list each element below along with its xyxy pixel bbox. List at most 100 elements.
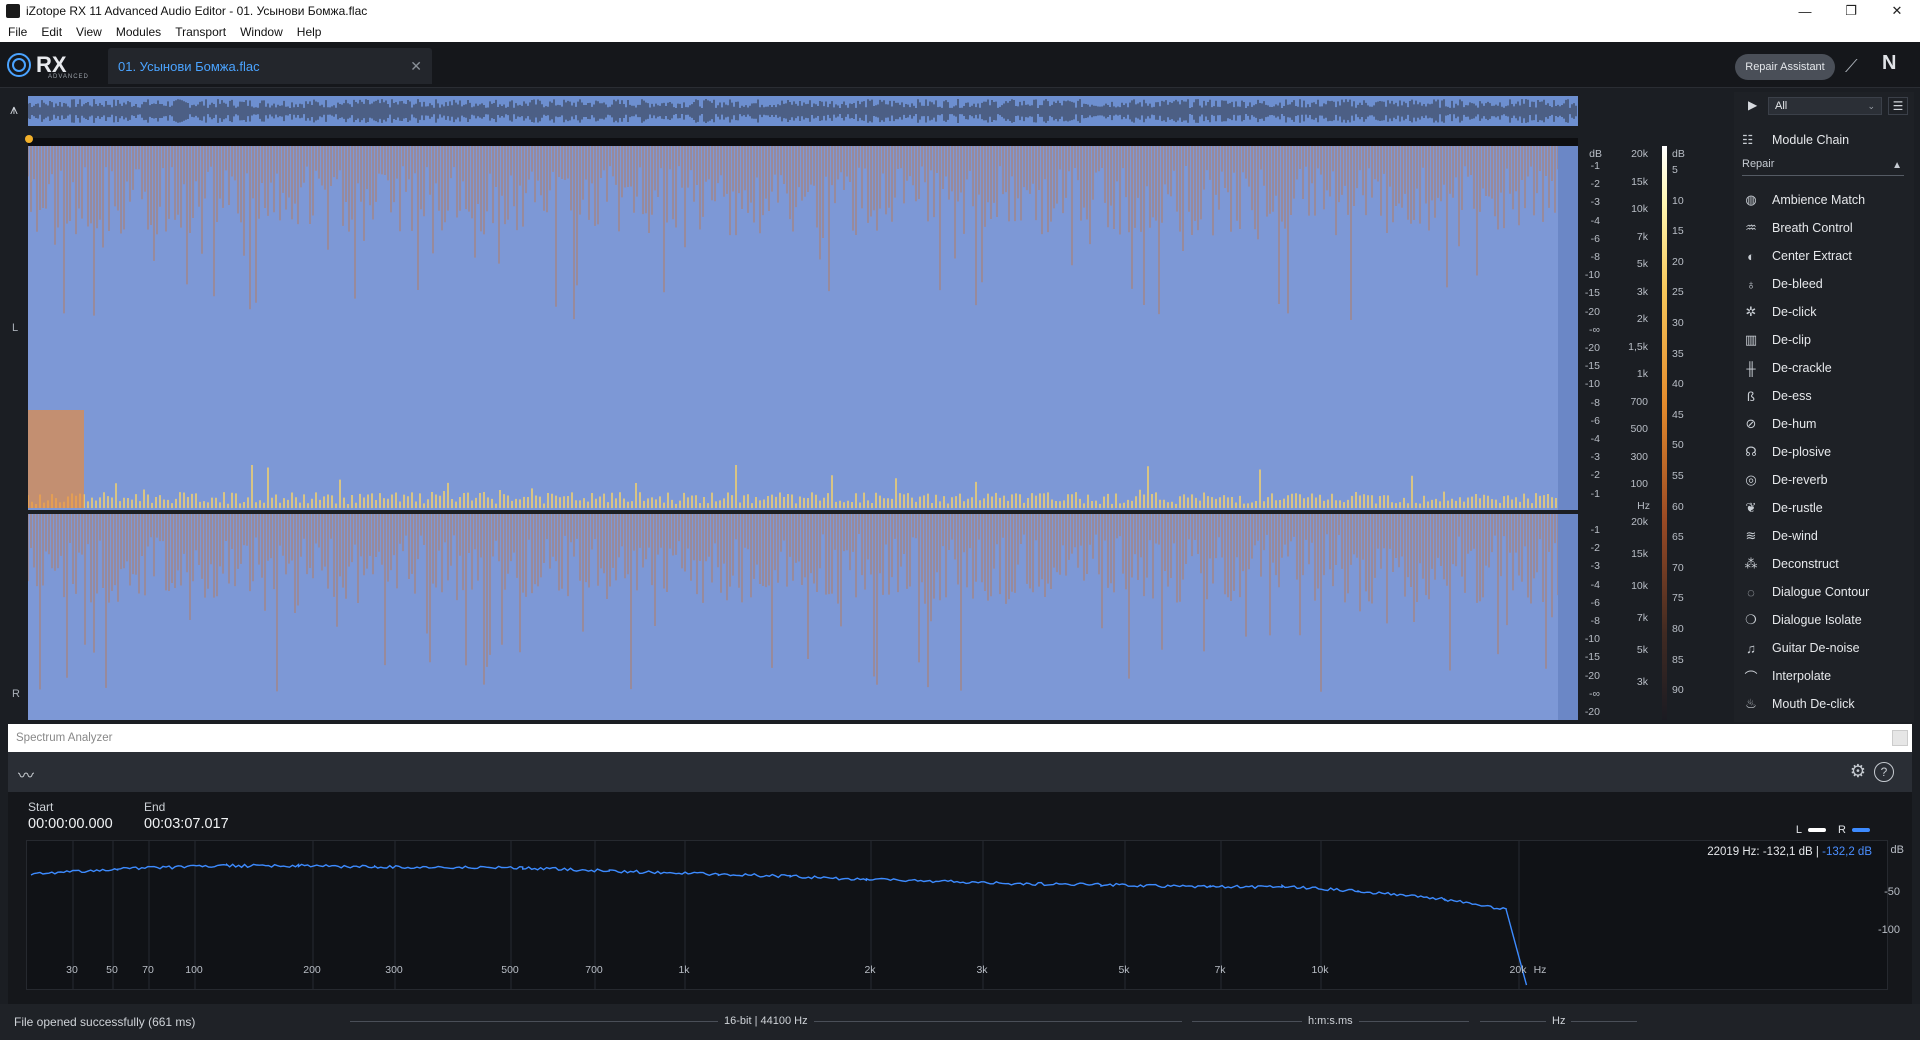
app-header: RX ADVANCED 01. Усынови Бомжа.flac ✕ Rep… (0, 42, 1920, 88)
menu-modules[interactable]: Modules (108, 25, 167, 39)
module-filter-select[interactable]: All ⌄ (1768, 97, 1882, 115)
timeline-bar[interactable] (28, 138, 1578, 146)
menu-view[interactable]: View (68, 25, 108, 39)
module-item[interactable]: ⊘ De-hum (1742, 410, 1912, 438)
module-item[interactable]: ◍ Ambience Match (1742, 186, 1912, 214)
scale-tick: -8 (1590, 251, 1600, 263)
de-hum-icon: ⊘ (1745, 416, 1757, 431)
menu-bar: File Edit View Modules Transport Window … (0, 22, 1920, 42)
scale-tick: -10 (1584, 269, 1600, 282)
play-chain-icon[interactable]: ▶ (1748, 98, 1757, 112)
module-item[interactable]: ◎ De-reverb (1742, 466, 1912, 494)
repair-section-header[interactable]: Repair ▲ (1742, 158, 1904, 176)
format-value: 16-bit | 44100 Hz (724, 1015, 808, 1027)
module-list: ◍ Ambience Match ♒ Breath Control ◐ Center Ex… (1742, 186, 1912, 718)
module-item[interactable]: ▥ De-clip (1742, 326, 1912, 354)
minimize-button[interactable]: — (1782, 0, 1828, 22)
module-item-label: Deconstruct (1772, 557, 1839, 571)
close-tab-icon[interactable]: ✕ (410, 58, 422, 75)
module-item[interactable]: ◐ Center Extract (1742, 242, 1912, 270)
menu-transport[interactable]: Transport (167, 25, 232, 39)
waveform-icon[interactable]: 〰 (18, 762, 34, 786)
legend-r-label: R (1838, 824, 1846, 836)
module-item[interactable]: ☊ De-plosive (1742, 438, 1912, 466)
scale-tick: 10k (1631, 580, 1648, 592)
scale-tick: -1 (1590, 487, 1600, 500)
scale-tick: 25 (1672, 286, 1684, 299)
close-window-button[interactable]: ✕ (1874, 0, 1920, 22)
spectrum-analyzer-body: Start 00:00:00.000 End 00:03:07.017 L R … (8, 792, 1912, 1004)
scale-tick: 1k (1636, 368, 1648, 380)
menu-edit[interactable]: Edit (33, 25, 68, 39)
file-tab[interactable]: 01. Усынови Бомжа.flac ✕ (108, 48, 432, 84)
scale-tick: -10 (1584, 633, 1600, 646)
menu-help[interactable]: Help (289, 25, 328, 39)
hamburger-menu-icon[interactable]: ☰ (1888, 97, 1908, 115)
menu-window[interactable]: Window (232, 25, 289, 39)
analyzer-hz-tick: 300 (385, 964, 403, 976)
readout-r-value: -132,2 dB (1822, 846, 1872, 858)
de-ess-icon: ß (1747, 388, 1755, 404)
scale-tick: 20 (1672, 255, 1684, 268)
module-item[interactable]: ♁ De-bleed (1742, 270, 1912, 298)
db-unit-label: dB (1589, 148, 1602, 160)
scale-tick: -4 (1590, 578, 1600, 591)
scale-tick: 2k (1636, 313, 1648, 325)
scale-tick: 1,5k (1628, 340, 1648, 353)
connect-icon[interactable]: ⟋ (1845, 56, 1858, 77)
collapse-overview-icon[interactable]: ⩚ (10, 101, 18, 118)
spectrogram-channel-r[interactable] (28, 514, 1578, 720)
module-item[interactable]: ╫ De-crackle (1742, 354, 1912, 382)
end-label: End (144, 800, 166, 814)
waveform-overview[interactable] (27, 96, 1578, 126)
module-item[interactable]: ß De-ess (1742, 382, 1912, 410)
scale-tick: 300 (1630, 450, 1648, 463)
module-item[interactable]: ✲ De-click (1742, 298, 1912, 326)
scale-tick: 55 (1672, 470, 1684, 482)
scale-tick: -6 (1590, 596, 1600, 609)
module-chain-button[interactable]: ☷ Module Chain (1742, 132, 1849, 148)
gear-icon[interactable]: ⚙ (1850, 761, 1866, 782)
legend-l-label: L (1795, 824, 1803, 836)
collapse-triangle-icon: ▲ (1892, 160, 1902, 171)
module-item-label: Interpolate (1772, 669, 1832, 683)
start-label: Start (28, 800, 54, 814)
channel-label-l: L (12, 322, 19, 334)
module-item[interactable]: ❍ Dialogue Isolate (1742, 606, 1912, 634)
module-item[interactable]: ⌒ Interpolate (1742, 662, 1912, 690)
readout-frequency: 22019 Hz: (1707, 846, 1760, 858)
module-item[interactable]: ♒ Breath Control (1742, 214, 1912, 242)
scale-tick: 85 (1672, 653, 1684, 666)
intensity-colorbar[interactable] (1662, 146, 1667, 720)
module-item[interactable]: ♨ Mouth De-click (1742, 690, 1912, 718)
native-instruments-icon[interactable]: N (1882, 52, 1896, 75)
scale-tick: 65 (1672, 531, 1684, 544)
rx-logo: RX ADVANCED (6, 48, 88, 82)
spectrogram-r-graphic (28, 514, 1578, 720)
hz-unit-label: Hz (1637, 500, 1650, 512)
module-panel: ▶ All ⌄ ☰ ☷ Module Chain Repair ▲ ◍ Ambie… (1734, 92, 1914, 722)
module-item[interactable]: ◌ Dialogue Contour (1742, 578, 1912, 606)
spectrogram-channel-l[interactable] (28, 146, 1578, 510)
maximize-button[interactable]: ❐ (1828, 0, 1874, 22)
module-item-label: De-hum (1772, 417, 1817, 431)
freq-unit-field[interactable]: Hz (1480, 1015, 1638, 1027)
repair-assistant-button[interactable]: Repair Assistant (1735, 54, 1835, 80)
dialogue-contour-icon: ◌ (1747, 584, 1755, 600)
help-icon[interactable]: ? (1874, 762, 1894, 782)
module-item[interactable]: ♫ Guitar De-noise (1742, 634, 1912, 662)
module-item[interactable]: ❦ De-rustle (1742, 494, 1912, 522)
panel-toggle-button[interactable] (1892, 730, 1908, 746)
scale-tick: -4 (1590, 214, 1600, 227)
module-item-label: De-bleed (1772, 277, 1823, 291)
module-item-label: De-click (1772, 305, 1817, 319)
spectrogram-area: L R -1 -2 -3 -4 -6 -8 -10 -15 -20 -∞ -20 -15 -10 -8 -6… (0, 132, 1740, 722)
analyzer-db-tick: -50 (1884, 886, 1900, 898)
menu-file[interactable]: File (0, 25, 33, 39)
module-item[interactable]: ≋ De-wind (1742, 522, 1912, 550)
time-format-field[interactable]: h:m:s.ms (1192, 1015, 1469, 1027)
colorbar-unit: dB (1672, 148, 1685, 160)
module-item[interactable]: ⁂ Deconstruct (1742, 550, 1912, 578)
readout-separator: | (1815, 846, 1819, 858)
playhead-marker[interactable] (25, 135, 33, 143)
